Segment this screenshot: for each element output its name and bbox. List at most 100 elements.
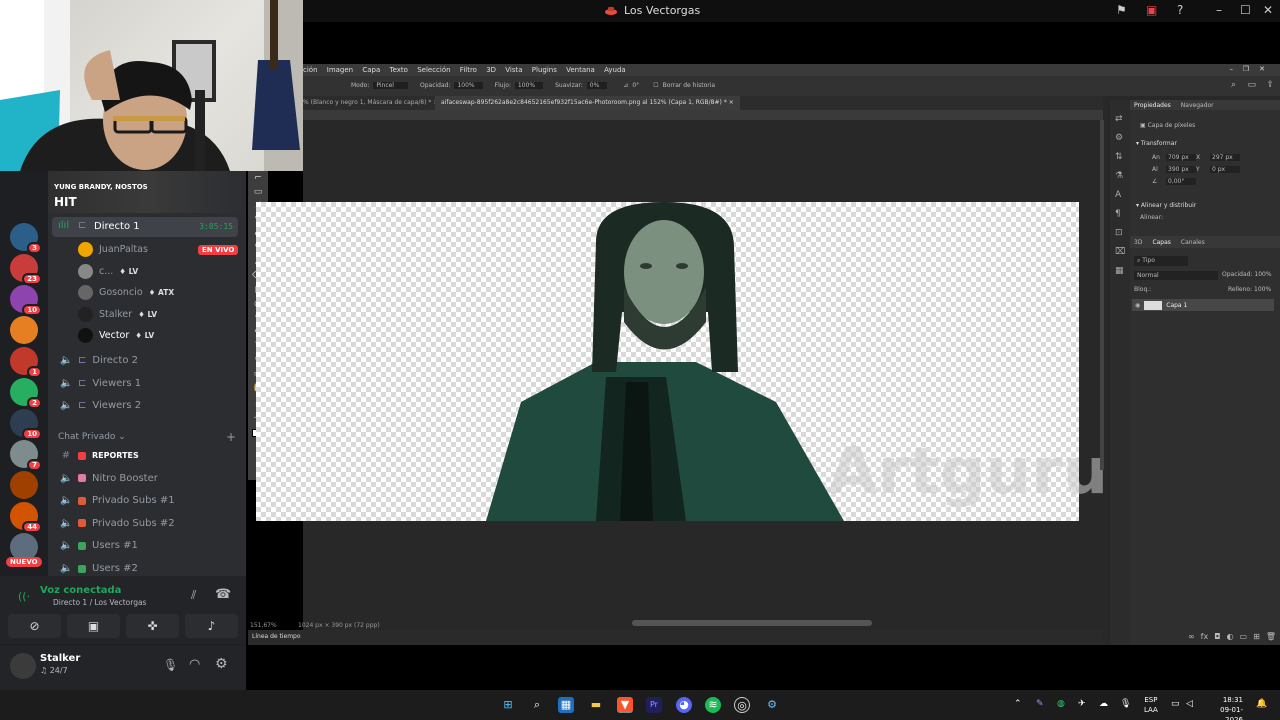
workspace-icon[interactable]: ▭: [1247, 80, 1256, 90]
opacity-field[interactable]: 100%: [454, 82, 483, 89]
ps-minimize-button[interactable]: –: [1230, 65, 1234, 73]
menu-text[interactable]: Texto: [390, 66, 408, 74]
horizontal-scrollbar[interactable]: [632, 620, 872, 626]
angle-field[interactable]: 0°: [632, 82, 639, 89]
flow-field[interactable]: 100%: [514, 82, 544, 89]
x-field[interactable]: 297 px: [1210, 154, 1240, 161]
help-icon[interactable]: ?: [1177, 3, 1183, 17]
menu-filter[interactable]: Filtro: [460, 66, 477, 74]
server-icon[interactable]: 10: [10, 285, 42, 316]
adjustment-icon[interactable]: ◐: [1227, 632, 1234, 641]
tray-app2-icon[interactable]: ◍: [1057, 699, 1065, 709]
menu-layer[interactable]: Capa: [362, 66, 380, 74]
brave-browser-icon[interactable]: ▼: [617, 697, 633, 713]
voice-channel[interactable]: 🔈 Users #1: [60, 540, 138, 551]
mode-select[interactable]: Pincel: [373, 82, 408, 89]
doc-tab-2-close-icon[interactable]: ×: [729, 99, 734, 106]
delete-layer-icon[interactable]: 🗑: [1266, 632, 1276, 641]
soundboard-button[interactable]: ♪: [185, 614, 238, 638]
notifications-icon[interactable]: ▣: [1146, 3, 1157, 17]
server-icon[interactable]: 44: [10, 502, 42, 533]
close-button[interactable]: ✕: [1263, 3, 1273, 17]
voice-channel[interactable]: 🔈 ⊏ Viewers 1: [60, 378, 141, 389]
tray-overflow-icon[interactable]: ⌃: [1014, 699, 1022, 709]
language-indicator[interactable]: ESP LAA: [1144, 695, 1158, 715]
voice-status[interactable]: Voz conectada: [40, 585, 121, 596]
layer-row[interactable]: ◉ Capa 1: [1132, 299, 1274, 311]
group-icon[interactable]: ▭: [1240, 632, 1248, 641]
widgets-icon[interactable]: ▦: [558, 697, 574, 713]
voice-user[interactable]: Vector ♦ LV: [78, 328, 154, 343]
discord-icon[interactable]: ◕: [676, 697, 692, 713]
server-icon[interactable]: 7: [10, 440, 42, 471]
doc-tab-2[interactable]: aifaceswap-895f262a8e2c84652165ef932f15a…: [435, 96, 740, 110]
menu-window[interactable]: Ventana: [566, 66, 595, 74]
voice-channel[interactable]: 🔈 ⊏ Viewers 2: [60, 400, 141, 411]
width-field[interactable]: 709 px: [1166, 154, 1196, 161]
settings-gear-icon[interactable]: ⚙: [215, 656, 228, 672]
mask-icon[interactable]: ◘: [1214, 632, 1220, 641]
tray-app-icon[interactable]: ✎: [1036, 699, 1044, 709]
layers-tab[interactable]: Capas: [1152, 239, 1170, 246]
voice-channel[interactable]: 🔈 ⊏ Directo 2: [60, 355, 138, 366]
timeline-panel-label[interactable]: Línea de tiempo: [252, 633, 301, 640]
height-field[interactable]: 390 px: [1166, 166, 1196, 173]
activities-button[interactable]: ✜: [126, 614, 179, 638]
screen-share-button[interactable]: ▣: [67, 614, 120, 638]
layer-kind-filter[interactable]: ⌕ Tipo: [1134, 256, 1188, 266]
noise-suppression-icon[interactable]: ⫽: [191, 588, 196, 603]
category-chat-privado[interactable]: Chat Privado ⌄: [58, 432, 126, 442]
menu-help[interactable]: Ayuda: [604, 66, 626, 74]
obs-icon[interactable]: ◎: [734, 697, 750, 713]
blend-mode-select[interactable]: Normal: [1134, 271, 1218, 280]
ps-search-icon[interactable]: ⌕: [1231, 80, 1236, 90]
tray-steam-icon[interactable]: ✈: [1078, 699, 1086, 709]
server-icon[interactable]: 2: [10, 378, 42, 409]
microphone-icon[interactable]: 🎙: [163, 658, 178, 672]
properties-tab[interactable]: Propiedades: [1134, 102, 1171, 109]
tray-mic-icon[interactable]: 🎙: [1120, 699, 1131, 709]
now-playing-banner[interactable]: YUNG BRANDY, NOSTOS HIT: [48, 171, 246, 213]
navigator-tab[interactable]: Navegador: [1181, 102, 1214, 109]
link-layers-icon[interactable]: ∞: [1188, 632, 1195, 641]
3d-tab[interactable]: 3D: [1134, 239, 1142, 246]
voice-user[interactable]: JuanPaltas EN VIVO: [78, 242, 239, 257]
channels-tab[interactable]: Canales: [1181, 239, 1205, 246]
tray-cloud-icon[interactable]: ☁: [1099, 699, 1108, 709]
server-icon[interactable]: 23: [10, 254, 42, 285]
voice-user[interactable]: Gosoncio ♦ ATX: [78, 285, 174, 300]
voice-user[interactable]: Stalker ♦ LV: [78, 306, 157, 322]
add-channel-icon[interactable]: +: [226, 430, 236, 444]
new-servers-badge[interactable]: NUEVO: [6, 557, 42, 567]
server-icon[interactable]: 3: [10, 223, 42, 254]
rotation-field[interactable]: 0,00°: [1166, 178, 1196, 185]
active-voice-channel[interactable]: ılıl ⊏ Directo 1 3:05:15: [52, 217, 238, 237]
menu-image[interactable]: Imagen: [327, 66, 353, 74]
minimize-button[interactable]: –: [1216, 3, 1222, 17]
align-header[interactable]: ▾ Alinear y distribuir: [1136, 202, 1196, 209]
y-field[interactable]: 0 px: [1210, 166, 1240, 173]
inbox-icon[interactable]: ⚑: [1116, 3, 1127, 17]
vertical-scrollbar[interactable]: [1100, 120, 1104, 470]
erase-history-checkbox[interactable]: ☐: [653, 82, 658, 89]
server-icon[interactable]: [10, 316, 38, 344]
visibility-eye-icon[interactable]: ◉: [1135, 302, 1140, 309]
notification-bell-icon[interactable]: 🔔: [1256, 699, 1267, 709]
signal-icon[interactable]: ((·: [18, 590, 30, 603]
ps-restore-button[interactable]: ❐: [1243, 65, 1249, 73]
ps-close-button[interactable]: ✕: [1259, 65, 1265, 73]
disconnect-icon[interactable]: ☎: [215, 587, 231, 602]
clock[interactable]: 18:31 09-01-2026: [1205, 695, 1243, 720]
voice-channel[interactable]: 🔈 Privado Subs #2: [60, 518, 175, 529]
server-icon[interactable]: 10: [10, 409, 42, 440]
server-icon[interactable]: 1: [10, 347, 42, 378]
panel-icons[interactable]: ⇄ ⚙ ⇅ ⚗ A ¶ ⊡ ⌧ ▦: [1115, 110, 1125, 281]
voice-channel[interactable]: 🔈 Users #2: [60, 563, 138, 574]
menu-plugins[interactable]: Plugins: [532, 66, 557, 74]
search-icon[interactable]: ⌕: [529, 697, 545, 713]
fx-icon[interactable]: fx: [1201, 632, 1209, 641]
file-explorer-icon[interactable]: ▬: [588, 697, 604, 713]
volume-icon[interactable]: ◁: [1186, 699, 1193, 709]
network-icon[interactable]: ▭: [1171, 699, 1180, 709]
menu-view[interactable]: Vista: [505, 66, 522, 74]
